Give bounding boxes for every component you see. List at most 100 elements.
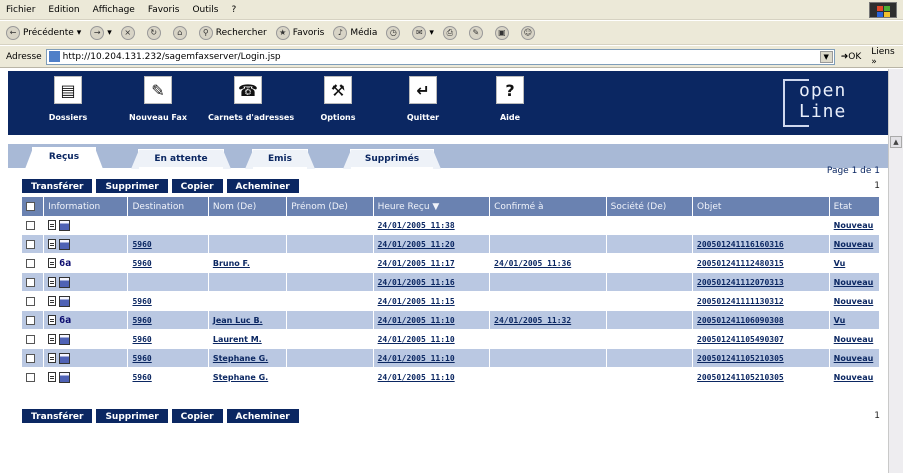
action-button[interactable]: Copier — [171, 179, 223, 193]
status-link[interactable]: Nouveau — [834, 240, 874, 249]
column-header[interactable]: Etat — [829, 197, 880, 216]
home-button[interactable]: ⌂ — [172, 25, 190, 40]
menu-item[interactable]: Affichage — [93, 5, 135, 15]
document-icon[interactable] — [48, 334, 57, 344]
received-time-link[interactable]: 24/01/2005 11:17 — [378, 259, 455, 268]
history-button[interactable]: ◷ — [386, 25, 403, 40]
document-icon[interactable] — [48, 315, 57, 325]
sender-name-link[interactable]: Jean Luc B. — [213, 316, 263, 325]
media-button[interactable]: ♪ Média — [333, 25, 377, 40]
row-checkbox[interactable] — [26, 277, 35, 287]
fax-icon[interactable] — [59, 352, 71, 364]
fax-icon[interactable] — [59, 333, 71, 345]
status-link[interactable]: Nouveau — [834, 373, 874, 382]
received-time-link[interactable]: 24/01/2005 11:16 — [378, 278, 455, 287]
scroll-up-icon[interactable]: ▲ — [890, 136, 902, 148]
document-icon[interactable] — [48, 220, 57, 230]
go-button[interactable]: ➜OK — [841, 52, 862, 62]
received-time-link[interactable]: 24/01/2005 11:10 — [378, 316, 455, 325]
banner-new-fax-button[interactable]: ✎ Nouveau Fax — [118, 76, 198, 122]
row-checkbox[interactable] — [26, 296, 35, 306]
destination-link[interactable]: 5960 — [132, 240, 151, 249]
edit-button[interactable]: ✎ — [468, 25, 486, 40]
row-checkbox[interactable] — [26, 353, 35, 363]
fax-icon[interactable] — [59, 295, 71, 307]
action-button[interactable]: Acheminer — [226, 179, 299, 193]
received-time-link[interactable]: 24/01/2005 11:38 — [378, 221, 455, 230]
menu-item[interactable]: Favoris — [148, 5, 180, 15]
menu-item[interactable]: Outils — [192, 5, 218, 15]
tab-3[interactable]: Emis — [245, 149, 315, 169]
url-dropdown-icon[interactable]: ▼ — [819, 50, 833, 63]
banner-exit-button[interactable]: ↵ Quitter — [383, 76, 463, 122]
tab-4[interactable]: Supprimés — [343, 149, 441, 169]
favorites-button[interactable]: ★ Favoris — [275, 25, 324, 40]
row-checkbox[interactable] — [26, 239, 35, 249]
status-link[interactable]: Nouveau — [834, 278, 874, 287]
confirmed-time-link[interactable]: 24/01/2005 11:32 — [494, 316, 571, 325]
action-button[interactable]: Supprimer — [96, 179, 168, 193]
page-number-bottom[interactable]: 1 — [874, 411, 880, 421]
document-icon[interactable] — [48, 372, 57, 382]
column-header[interactable]: Prénom (De) — [287, 197, 374, 216]
fax-icon[interactable] — [59, 276, 71, 288]
action-button[interactable]: Acheminer — [226, 409, 299, 423]
document-icon[interactable] — [48, 239, 57, 249]
action-button[interactable]: Transférer — [22, 179, 93, 193]
column-header[interactable]: Nom (De) — [208, 197, 288, 216]
read-glasses-icon[interactable]: 6a — [59, 258, 71, 269]
sender-name-link[interactable]: Stephane G. — [213, 354, 268, 363]
status-link[interactable]: Nouveau — [834, 335, 874, 344]
destination-link[interactable]: 5960 — [132, 259, 151, 268]
column-header[interactable]: Heure Reçu ▼ — [373, 197, 491, 216]
refresh-button[interactable]: ↻ — [146, 25, 164, 40]
column-header[interactable]: Objet — [693, 197, 830, 216]
subject-link[interactable]: 200501241116160316 — [697, 240, 784, 249]
links-button[interactable]: Liens » — [871, 47, 903, 67]
tab-2[interactable]: En attente — [131, 149, 231, 169]
banner-help-button[interactable]: ? Aide — [470, 76, 550, 122]
document-icon[interactable] — [48, 277, 57, 287]
banner-folders-button[interactable]: ▤ Dossiers — [28, 76, 108, 122]
menu-item[interactable]: Fichier — [6, 5, 35, 15]
column-header[interactable]: Information — [44, 197, 129, 216]
page-number-link[interactable]: 1 — [827, 181, 880, 191]
subject-link[interactable]: 200501241112070313 — [697, 278, 784, 287]
document-icon[interactable] — [48, 296, 57, 306]
row-checkbox[interactable] — [26, 334, 35, 344]
destination-link[interactable]: 5960 — [132, 373, 151, 382]
print-button[interactable]: ⎙ — [442, 25, 460, 40]
document-icon[interactable] — [48, 258, 57, 268]
sender-name-link[interactable]: Stephane G. — [213, 373, 268, 382]
row-checkbox[interactable] — [26, 372, 35, 382]
vertical-scrollbar[interactable]: ▲ — [888, 69, 903, 473]
menu-item[interactable]: Edition — [48, 5, 79, 15]
received-time-link[interactable]: 24/01/2005 11:10 — [378, 354, 455, 363]
search-button[interactable]: ⚲ Rechercher — [198, 25, 267, 40]
tab-1[interactable]: Reçus — [25, 147, 103, 169]
status-link[interactable]: Nouveau — [834, 221, 874, 230]
action-button[interactable]: Copier — [171, 409, 223, 423]
subject-link[interactable]: 200501241105490307 — [697, 335, 784, 344]
banner-wrench-button[interactable]: ⚒ Options — [298, 76, 378, 122]
fax-icon[interactable] — [59, 219, 71, 231]
action-button[interactable]: Supprimer — [96, 409, 168, 423]
fax-icon[interactable] — [59, 371, 71, 383]
status-link[interactable]: Vu — [834, 316, 846, 325]
status-link[interactable]: Nouveau — [834, 354, 874, 363]
forward-button[interactable]: → ▾ — [90, 25, 112, 40]
destination-link[interactable]: 5960 — [132, 297, 151, 306]
destination-link[interactable]: 5960 — [132, 316, 151, 325]
confirmed-time-link[interactable]: 24/01/2005 11:36 — [494, 259, 571, 268]
messenger-button[interactable]: ☺ — [520, 25, 538, 40]
received-time-link[interactable]: 24/01/2005 11:10 — [378, 335, 455, 344]
subject-link[interactable]: 200501241112480315 — [697, 259, 784, 268]
received-time-link[interactable]: 24/01/2005 11:10 — [378, 373, 455, 382]
back-button[interactable]: ← Précédente ▾ — [6, 25, 81, 40]
column-header[interactable]: Société (De) — [606, 197, 694, 216]
menu-item[interactable]: ? — [231, 5, 236, 15]
sender-name-link[interactable]: Laurent M. — [213, 335, 262, 344]
fax-icon[interactable] — [59, 238, 71, 250]
action-button[interactable]: Transférer — [22, 409, 93, 423]
read-glasses-icon[interactable]: 6a — [59, 315, 71, 326]
